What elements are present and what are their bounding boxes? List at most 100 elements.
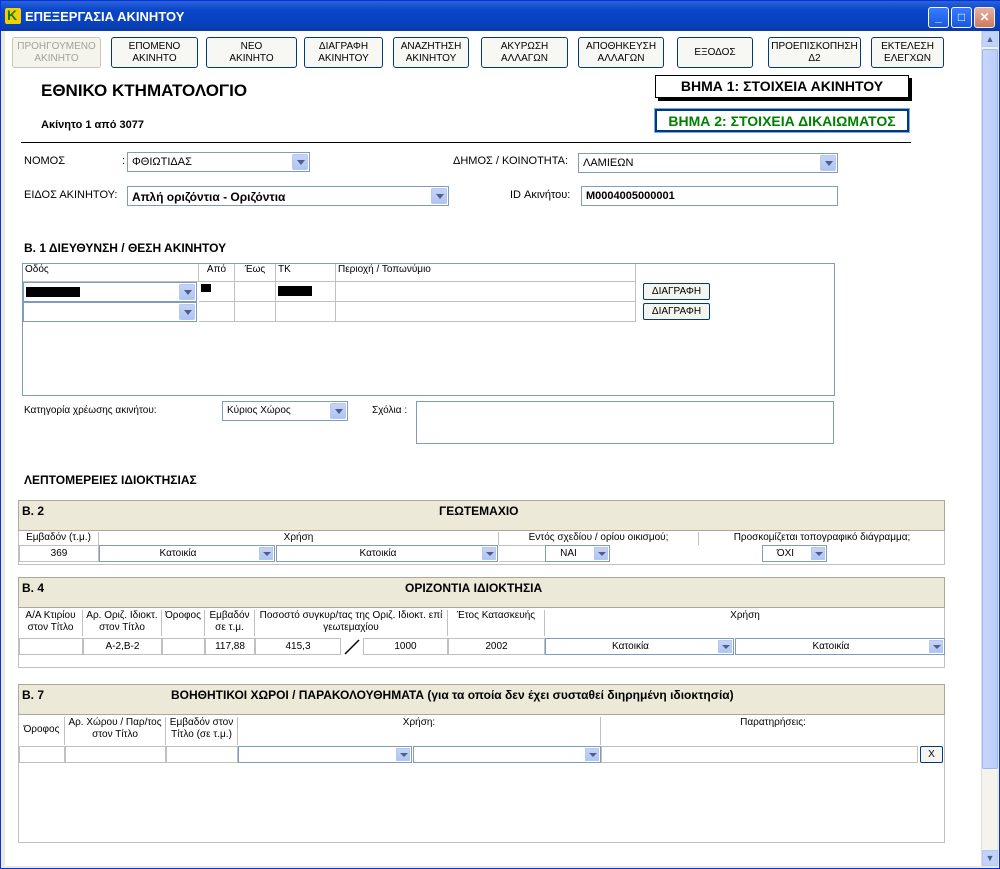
eidos-select[interactable]: Απλή οριζόντια - Οριζόντια <box>127 186 449 206</box>
chevron-down-icon[interactable] <box>594 547 608 560</box>
save-changes-button[interactable]: ΑΠΟΘΗΚΕΥΣΗ ΑΛΛΑΓΩΝ <box>578 37 664 68</box>
save-label-1: ΑΠΟΘΗΚΕΥΣΗ <box>585 41 657 52</box>
b7-delete-row-button[interactable]: X <box>920 746 943 763</box>
eos-field-row1[interactable] <box>235 282 276 302</box>
b7-use2-select[interactable] <box>413 746 601 763</box>
b4-year-field[interactable]: 2002 <box>448 638 545 655</box>
b4-area-field[interactable]: 117,88 <box>205 638 255 655</box>
minimize-button[interactable]: _ <box>928 7 949 28</box>
delete-label-2: ΑΚΙΝΗΤΟΥ <box>318 53 369 64</box>
step2-tab[interactable]: ΒΗΜΑ 2: ΣΤΟΙΧΕΙΑ ΔΙΚΑΙΩΜΑΤΟΣ <box>655 109 909 132</box>
b7-ar-field[interactable] <box>65 746 166 763</box>
checks-label-2: ΕΛΕΓΧΩΝ <box>884 53 931 64</box>
chevron-down-icon[interactable] <box>292 154 308 170</box>
chevron-down-icon[interactable] <box>179 284 195 300</box>
b2-use2-select[interactable]: Κατοικία <box>276 545 498 562</box>
scroll-down-icon[interactable]: ▼ <box>982 850 998 866</box>
b4-header: Β. 4 ΟΡΙΖΟΝΤΙΑ ΙΔΙΟΚΤΗΣΙΑ <box>18 577 945 608</box>
category-select[interactable]: Κύριος Χώρος <box>222 401 348 421</box>
comments-field[interactable] <box>416 401 834 444</box>
tk-field-row2[interactable] <box>276 302 336 322</box>
b7-notes-field[interactable] <box>601 746 918 763</box>
preview-d2-button[interactable]: ΠΡΟΕΠΙΣΚΟΠΗΣΗ Δ2 <box>768 37 861 68</box>
b4-h-floor: Όροφος <box>162 610 205 636</box>
b4-aa-field[interactable] <box>19 638 83 655</box>
b7-use1-select[interactable] <box>238 746 412 763</box>
b4-use2-select[interactable]: Κατοικία <box>735 638 945 655</box>
exit-button[interactable]: ΕΞΟΔΟΣ <box>677 37 753 68</box>
run-checks-button[interactable]: ΕΚΤΕΛΕΣΗ ΕΛΕΓΧΩΝ <box>871 37 944 68</box>
apo-field-row1[interactable] <box>199 282 235 302</box>
b2-use1-select[interactable]: Κατοικία <box>99 545 275 562</box>
id-value: M0004005000001 <box>586 190 675 202</box>
delete-address-button-2[interactable]: ΔΙΑΓΡΑΦΗ <box>643 303 710 320</box>
next-label-2: ΑΚΙΝΗΤΟ <box>132 53 177 64</box>
b2-within-select[interactable]: ΝΑΙ <box>545 545 610 562</box>
apo-field-row2[interactable] <box>199 302 235 322</box>
b2-use2-value: Κατοικία <box>359 548 397 559</box>
perioxi-field-row2[interactable] <box>336 302 636 322</box>
header-divider <box>21 142 911 143</box>
b4-ar-field[interactable]: Α-2,Β-2 <box>83 638 162 655</box>
eos-field-row2[interactable] <box>235 302 276 322</box>
b2-h-topo: Προσκομίζεται τοπογραφικό διάγραμμα; <box>733 532 911 543</box>
chevron-down-icon[interactable] <box>259 547 273 560</box>
chevron-down-icon[interactable] <box>718 640 732 653</box>
perioxi-field-row1[interactable] <box>336 282 636 302</box>
next-property-button[interactable]: ΕΠΟΜΕΝΟ ΑΚΙΝΗΤΟ <box>111 37 198 68</box>
preview-label-2: Δ2 <box>808 53 821 64</box>
prev-property-button[interactable]: ΠΡΟΗΓΟΥΜΕΝΟ ΑΚΙΝΗΤΟ <box>12 37 101 68</box>
chevron-down-icon[interactable] <box>396 748 410 761</box>
b7-table: Όροφος Αρ. Χώρου / Παρ/τος στον Τίτλο Εμ… <box>18 715 945 843</box>
comments-label: Σχόλια : <box>372 405 408 416</box>
step1-tab[interactable]: ΒΗΜΑ 1: ΣΤΟΙΧΕΙΑ ΑΚΙΝΗΤΟΥ <box>655 75 909 98</box>
close-button[interactable]: ✕ <box>974 7 995 28</box>
chevron-down-icon[interactable] <box>330 403 346 419</box>
b7-code: Β. 7 <box>22 688 45 702</box>
scroll-up-icon[interactable]: ▲ <box>982 31 998 47</box>
b4-floor-field[interactable] <box>162 638 205 655</box>
redacted-postcode <box>278 286 312 296</box>
record-counter: Ακίνητο 1 από 3077 <box>41 119 144 131</box>
nomos-select[interactable]: ΦΘΙΩΤΙΔΑΣ <box>127 152 310 172</box>
delete-address-button-1[interactable]: ΔΙΑΓΡΑΦΗ <box>643 283 710 300</box>
odos-select-row2[interactable] <box>23 302 197 322</box>
chevron-down-icon[interactable] <box>482 547 496 560</box>
b4-pct-num-field[interactable]: 415,3 <box>255 638 341 655</box>
b2-h-within: Εντός σχεδίου / ορίου οικισμού; <box>499 532 699 545</box>
search-label-2: ΑΚΙΝΗΤΟΥ <box>405 53 457 64</box>
cancel-changes-button[interactable]: ΑΚΥΡΩΣΗ ΑΛΛΑΓΩΝ <box>481 37 568 68</box>
b2-within-spacer <box>499 545 545 562</box>
b2-area-field[interactable]: 369 <box>19 545 99 562</box>
b7-h-ar: Αρ. Χώρου / Παρ/τος στον Τίτλο <box>65 717 166 745</box>
b4-use1-select[interactable]: Κατοικία <box>545 638 734 655</box>
maximize-button[interactable]: □ <box>951 7 972 28</box>
cancel-label-1: ΑΚΥΡΩΣΗ <box>500 41 549 52</box>
chevron-down-icon[interactable] <box>179 304 195 320</box>
exit-label: ΕΞΟΔΟΣ <box>694 47 736 58</box>
b2-code: Β. 2 <box>22 504 45 518</box>
odos-select-row1[interactable] <box>23 282 197 302</box>
vertical-scrollbar[interactable]: ▲ ▼ <box>981 31 998 866</box>
b7-h-floor: Όροφος <box>19 717 65 745</box>
chevron-down-icon[interactable] <box>820 155 836 171</box>
id-field[interactable]: M0004005000001 <box>581 186 838 206</box>
new-label-2: ΑΚΙΝΗΤΟ <box>229 53 274 64</box>
dimos-select[interactable]: ΛΑΜΙΕΩΝ <box>578 153 838 173</box>
scrollbar-thumb[interactable] <box>982 49 998 769</box>
b7-floor-field[interactable] <box>19 746 65 763</box>
dimos-value: ΛΑΜΙΕΩΝ <box>583 157 634 169</box>
search-property-button[interactable]: ΑΝΑΖΗΤΗΣΗ ΑΚΙΝΗΤΟΥ <box>393 37 469 68</box>
delete-property-button[interactable]: ΔΙΑΓΡΑΦΗ ΑΚΙΝΗΤΟΥ <box>304 37 383 68</box>
chevron-down-icon[interactable] <box>929 640 943 653</box>
new-property-button[interactable]: ΝΕΟ ΑΚΙΝΗΤΟ <box>206 37 297 68</box>
b2-topo-select[interactable]: ΌΧΙ <box>762 545 827 562</box>
b4-pct-den-field[interactable]: 1000 <box>363 638 448 655</box>
tk-field-row1[interactable] <box>276 282 336 302</box>
b7-area-field[interactable] <box>166 746 238 763</box>
chevron-down-icon[interactable] <box>585 748 599 761</box>
chevron-down-icon[interactable] <box>431 188 447 204</box>
col-apo: Από <box>199 264 235 282</box>
chevron-down-icon[interactable] <box>811 547 825 560</box>
b7-h-notes: Παρατηρήσεις: <box>740 717 806 728</box>
